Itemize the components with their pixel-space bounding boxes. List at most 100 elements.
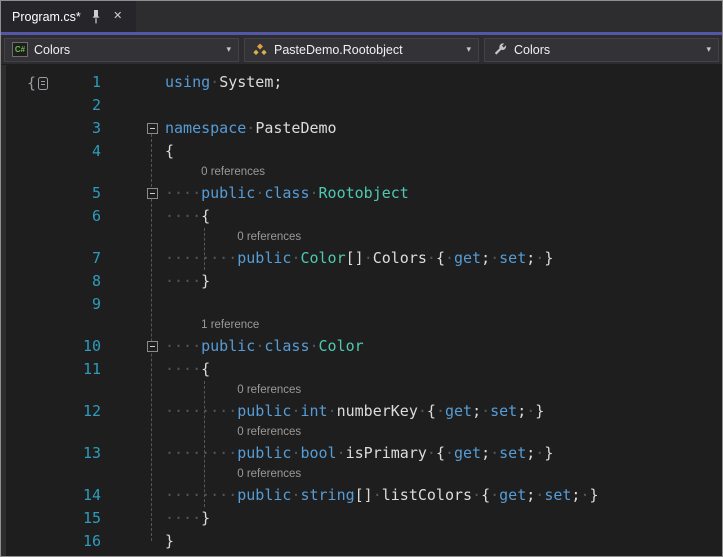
code-token: set <box>499 444 527 462</box>
code-editor[interactable]: { 1 using·System; 2 3 namespace·PasteDemo 4{0… <box>1 65 722 556</box>
code-line[interactable]: ····} <box>165 507 210 530</box>
codelens-references[interactable]: 0 references <box>1 228 722 247</box>
line-number: 9 <box>91 295 101 313</box>
codelens-references[interactable]: 0 references <box>1 423 722 442</box>
fold-margin <box>139 247 165 270</box>
code-token: { <box>426 402 436 420</box>
breakpoint-margin[interactable] <box>1 293 29 316</box>
breakpoint-margin[interactable] <box>1 335 29 358</box>
line-number: 10 <box>82 337 101 355</box>
selection-margin <box>111 507 139 530</box>
breakpoint-margin[interactable] <box>1 507 29 530</box>
tab-program-cs[interactable]: Program.cs* ✕ <box>1 1 136 32</box>
member-dropdown-label: Colors <box>514 42 551 57</box>
code-line[interactable]: namespace·PasteDemo <box>165 117 337 140</box>
type-dropdown[interactable]: PasteDemo.Rootobject ▾ <box>244 37 479 62</box>
line-number: 12 <box>82 402 101 420</box>
code-token: ; <box>481 249 491 267</box>
code-line[interactable]: ········public·int·numberKey·{·get;·set;… <box>165 400 544 423</box>
selection-margin <box>111 400 139 423</box>
code-token: } <box>201 272 211 290</box>
code-token: ········ <box>165 486 238 504</box>
fold-margin <box>139 205 165 228</box>
code-line[interactable]: { <box>165 140 174 163</box>
breakpoint-margin[interactable] <box>1 442 29 465</box>
code-token: { <box>201 360 211 378</box>
chevron-down-icon: ▾ <box>226 44 231 54</box>
code-token: · <box>426 249 436 267</box>
breakpoint-margin[interactable] <box>1 94 29 117</box>
editor-row: 12 ········public·int·numberKey·{·get;·se… <box>1 400 722 423</box>
codelens-references[interactable]: 0 references <box>1 465 722 484</box>
code-token: } <box>544 444 554 462</box>
fold-margin <box>139 507 165 530</box>
editor-row: 8 ····} <box>1 270 722 293</box>
fold-margin <box>139 335 165 358</box>
member-dropdown[interactable]: Colors ▾ <box>484 37 719 62</box>
code-line[interactable]: ········public·bool·isPrimary·{·get;·set… <box>165 442 553 465</box>
line-number: 16 <box>82 532 101 550</box>
code-line[interactable]: ········public·Color[]·Colors·{·get;·set… <box>165 247 553 270</box>
code-token: [] <box>345 249 364 267</box>
breakpoint-margin[interactable] <box>1 358 29 381</box>
code-token: ; <box>472 402 482 420</box>
fold-toggle[interactable] <box>146 341 158 352</box>
editor-row: 7 ········public·Color[]·Colors·{·get;·se… <box>1 247 722 270</box>
code-line[interactable]: } <box>165 530 174 553</box>
code-line[interactable]: using·System; <box>165 71 282 94</box>
breakpoint-margin[interactable] <box>1 117 29 140</box>
line-number: 3 <box>91 119 101 137</box>
code-token: { <box>435 444 445 462</box>
breakpoint-margin[interactable] <box>1 484 29 507</box>
code-token: · <box>363 249 373 267</box>
class-icon <box>253 43 267 55</box>
code-token: } <box>201 509 211 527</box>
breakpoint-margin[interactable] <box>1 270 29 293</box>
breakpoint-margin[interactable] <box>1 71 29 94</box>
code-line[interactable]: ····} <box>165 270 210 293</box>
code-token: using <box>165 73 211 91</box>
fold-toggle[interactable] <box>146 188 158 199</box>
pin-icon[interactable] <box>89 9 103 24</box>
code-token: · <box>327 402 337 420</box>
code-token: ; <box>481 444 491 462</box>
code-line[interactable]: ····{ <box>165 358 210 381</box>
breakpoint-margin[interactable] <box>1 182 29 205</box>
code-line[interactable]: ····{ <box>165 205 210 228</box>
fold-toggle[interactable] <box>146 123 158 134</box>
close-icon[interactable]: ✕ <box>111 10 125 24</box>
code-token: · <box>255 337 265 355</box>
code-token: · <box>444 249 454 267</box>
breakpoint-margin[interactable] <box>1 205 29 228</box>
code-token: ········ <box>165 402 238 420</box>
navigation-bar: C# Colors ▾ PasteDemo.Rootobject ▾ Color… <box>1 35 722 65</box>
selection-margin <box>111 117 139 140</box>
line-number: 4 <box>91 142 101 160</box>
code-token: get <box>444 402 473 420</box>
code-token: public <box>237 249 292 267</box>
code-line[interactable]: ····public·class·Color <box>165 335 364 358</box>
breakpoint-margin[interactable] <box>1 140 29 163</box>
code-token: } <box>535 402 545 420</box>
fold-margin <box>139 270 165 293</box>
breakpoint-margin[interactable] <box>1 247 29 270</box>
editor-row: 13 ········public·bool·isPrimary·{·get;·s… <box>1 442 722 465</box>
codelens-references[interactable]: 1 reference <box>1 316 722 335</box>
code-line[interactable]: ····public·class·Rootobject <box>165 182 409 205</box>
code-token: get <box>499 486 527 504</box>
code-token: ; <box>517 402 527 420</box>
fold-margin <box>139 484 165 507</box>
fold-margin <box>139 442 165 465</box>
line-number: 2 <box>91 96 101 114</box>
code-line[interactable]: ········public·string[]·listColors·{·get… <box>165 484 599 507</box>
codelens-references[interactable]: 0 references <box>1 163 722 182</box>
codelens-references[interactable]: 0 references <box>1 381 722 400</box>
code-token: set <box>490 402 518 420</box>
code-token: · <box>417 402 427 420</box>
breakpoint-margin[interactable] <box>1 400 29 423</box>
code-token: ···· <box>165 184 202 202</box>
breakpoint-margin[interactable] <box>1 530 29 553</box>
project-dropdown[interactable]: C# Colors ▾ <box>4 37 239 62</box>
editor-row: 6 ····{ <box>1 205 722 228</box>
code-token: { <box>201 207 211 225</box>
